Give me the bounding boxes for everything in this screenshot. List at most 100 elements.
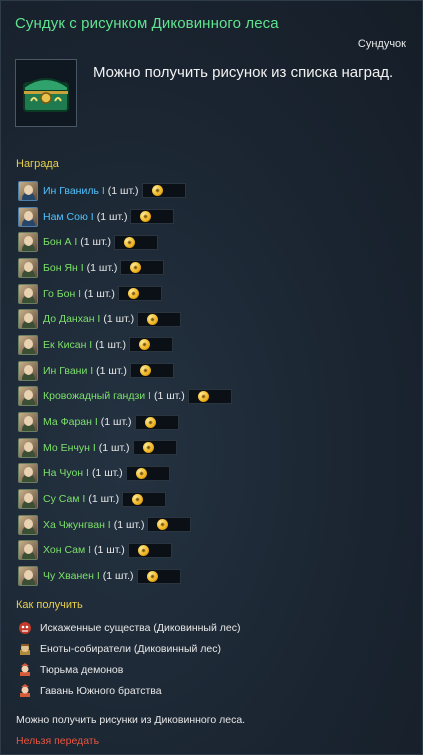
reward-count: (1 шт.) [98,441,130,454]
reward-count: (1 шт.) [96,210,128,223]
reward-name: Чу Хванен I [43,570,100,583]
gold-coin-icon [139,365,151,377]
reward-name: Хон Сам I [43,544,92,557]
rewards-list: Ин Гваниль I (1 шт.) Нам Сою I (1 шт.) Бон А… [18,178,232,589]
reward-name: Ха Чжунгван I [43,518,111,531]
gold-coin-icon [138,339,150,351]
source-label: Гавань Южного братства [40,684,162,697]
portrait-icon [18,180,38,201]
reward-count: (1 шт.) [80,236,112,249]
item-tooltip: Сундук с рисунком Диковинного леса Сунду… [0,0,423,755]
reward-price-box [117,286,162,302]
reward-price-box [125,465,170,481]
portrait-icon [18,257,38,278]
reward-row[interactable]: Ин Гваниль I (1 шт.) [18,178,232,204]
reward-count: (1 шт.) [86,261,118,274]
reward-name: До Данхан I [43,313,101,326]
portrait-icon [18,334,38,355]
reward-name: Су Сам I [43,493,86,506]
reward-price-box [187,388,232,404]
source-item[interactable]: Гавань Южного братства [18,680,240,701]
reward-row[interactable]: Ин Гвани I (1 шт.) [18,358,232,384]
source-item[interactable]: Искаженные существа (Диковинный лес) [18,617,240,638]
reward-name: На Чуон I [43,467,89,480]
gold-coin-icon [124,236,136,248]
portrait-icon [18,566,38,587]
gold-coin-icon [137,544,149,556]
reward-row[interactable]: Бон А I (1 шт.) [18,229,232,255]
reward-count: (1 шт.) [153,390,185,403]
reward-price-box [122,491,167,507]
reward-name: Ин Гваниль I [43,184,105,197]
reward-row[interactable]: Нам Сою I (1 шт.) [18,204,232,230]
gold-coin-icon [132,493,144,505]
gold-coin-icon [147,313,159,325]
reward-row[interactable]: Кровожадный гандзи I (1 шт.) [18,384,232,410]
item-type: Сундучок [357,38,406,50]
gold-coin-icon [140,211,152,223]
reward-name: Ек Кисан I [43,338,93,351]
portrait-icon [18,360,38,381]
source-label: Еноты-собиратели (Диковинный лес) [40,642,221,655]
dungeon-icon [18,662,32,677]
reward-row[interactable]: Го Бон I (1 шт.) [18,281,232,307]
reward-count: (1 шт.) [84,287,115,300]
portrait-icon [18,232,38,253]
reward-count: (1 шт.) [103,313,135,326]
reward-price-box [129,363,174,379]
item-description: Можно получить рисунок из списка наград. [93,64,394,81]
source-label: Искаженные существа (Диковинный лес) [40,621,241,634]
source-label: Тюрьма демонов [40,663,124,676]
reward-name: Бон Ян I [43,261,84,274]
reward-count: (1 шт.) [91,467,123,480]
reward-price-box [141,183,186,199]
reward-row[interactable]: Ма Фаран I (1 шт.) [18,409,232,435]
portrait-icon [18,540,38,561]
gold-coin-icon [142,442,154,454]
gold-coin-icon [146,570,158,582]
reward-row[interactable]: Ха Чжунгван I (1 шт.) [18,512,232,538]
footer-note: Можно получить рисунки из Диковинного ле… [16,714,246,726]
reward-count: (1 шт.) [96,364,127,377]
reward-price-box [130,209,175,225]
reward-price-box [127,542,172,558]
sources-list: Искаженные существа (Диковинный лес) Енот… [18,617,240,701]
reward-price-box [136,568,181,584]
reward-row[interactable]: Мо Енчун I (1 шт.) [18,435,232,461]
portrait-icon [18,206,38,227]
reward-row[interactable]: Ек Кисан I (1 шт.) [18,332,232,358]
portrait-icon [18,309,38,330]
reward-price-box [147,517,192,533]
reward-count: (1 шт.) [113,518,145,531]
reward-row[interactable]: Су Сам I (1 шт.) [18,486,232,512]
gold-coin-icon [135,467,147,479]
portrait-icon [18,386,38,407]
reward-row[interactable]: Чу Хванен I (1 шт.) [18,563,232,589]
portrait-icon [18,489,38,510]
reward-row[interactable]: До Данхан I (1 шт.) [18,306,232,332]
reward-price-box [137,311,182,327]
item-title: Сундук с рисунком Диковинного леса [15,15,279,32]
untradeable-warning: Нельзя передать [16,735,100,747]
reward-count: (1 шт.) [88,493,120,506]
portrait-icon [18,463,38,484]
reward-price-box [114,234,159,250]
portrait-icon [18,514,38,535]
rewards-heading: Награда [16,158,59,170]
reward-name: Ма Фаран I [43,416,98,429]
green-chest-icon [15,59,77,127]
reward-name: Нам Сою I [43,210,94,223]
reward-row[interactable]: Хон Сам I (1 шт.) [18,538,232,564]
reward-row[interactable]: На Чуон I (1 шт.) [18,461,232,487]
source-item[interactable]: Еноты-собиратели (Диковинный лес) [18,638,240,659]
gold-coin-icon [151,185,163,197]
reward-name: Бон А I [43,236,78,249]
reward-count: (1 шт.) [100,416,132,429]
reward-count: (1 шт.) [102,570,134,583]
reward-price-box [128,337,173,353]
reward-price-box [134,414,179,430]
reward-row[interactable]: Бон Ян I (1 шт.) [18,255,232,281]
source-item[interactable]: Тюрьма демонов [18,659,240,680]
obtain-heading: Как получить [16,599,83,611]
gold-coin-icon [157,519,169,531]
